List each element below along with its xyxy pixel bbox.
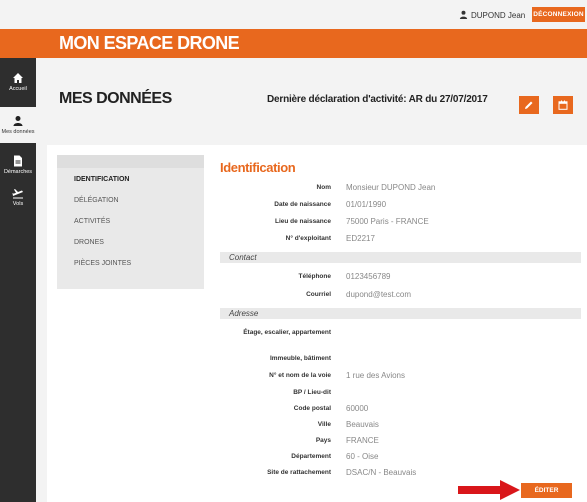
field-value: ED2217 (346, 234, 375, 243)
field-value: FRANCE (346, 436, 379, 445)
field-label: BP / Lieu-dit (293, 389, 331, 396)
tab-drones[interactable]: DRONES (74, 239, 104, 246)
tab-pieces-jointes[interactable]: PIÈCES JOINTES (74, 260, 131, 267)
field-value: Beauvais (346, 420, 379, 429)
sidebar-item-vols[interactable]: Vols (0, 187, 36, 217)
calendar-icon (558, 100, 568, 110)
user-menu[interactable]: DUPOND Jean (459, 10, 525, 21)
user-icon (459, 10, 468, 21)
field-value: 60 - Oise (346, 452, 379, 461)
sidebar-item-mes-donnees[interactable]: Mes données (0, 107, 36, 143)
pencil-icon (525, 101, 533, 109)
last-declaration: Dernière déclaration d'activité: AR du 2… (267, 94, 488, 105)
sidebar-item-accueil[interactable]: Accueil (0, 72, 36, 106)
arrow-icon (458, 480, 520, 500)
sidebar-item-label: Démarches (3, 169, 33, 175)
tab-identification[interactable]: IDENTIFICATION (74, 176, 129, 183)
field-label: Immeuble, bâtiment (269, 355, 331, 362)
field-label: Site de rattachement (267, 469, 331, 476)
home-icon (13, 73, 23, 83)
app-header: MON ESPACE DRONE (0, 29, 587, 58)
edit-button[interactable] (519, 96, 539, 114)
sidebar-item-label: Accueil (9, 86, 27, 92)
field-label: Nom (316, 184, 331, 191)
contact-subheader: Contact (220, 252, 581, 263)
address-subheader: Adresse (220, 308, 581, 319)
field-value: 1 rue des Avions (346, 371, 406, 380)
field-label: Lieu de naissance (275, 218, 331, 225)
user-name: DUPOND Jean (471, 11, 526, 20)
editer-button[interactable]: ÉDITER (521, 483, 572, 498)
field-label: N° et nom de la voie (269, 372, 331, 379)
section-tabs: IDENTIFICATION DÉLÉGATION ACTIVITÉS DRON… (57, 155, 204, 289)
sidebar-item-demarches[interactable]: Démarches (0, 155, 36, 185)
field-value: Monsieur DUPOND Jean (346, 183, 436, 192)
sidebar: Accueil Mes données Démarches Vols (0, 58, 36, 502)
sidebar-item-label: Vols (12, 201, 24, 207)
field-label: Courriel (306, 291, 331, 298)
tabs-header-bar (57, 155, 204, 168)
field-label: Ville (317, 421, 331, 428)
sidebar-item-label: Mes données (1, 129, 35, 135)
logout-button[interactable]: DÉCONNEXION (532, 7, 585, 22)
field-label: Département (291, 453, 331, 460)
field-value: 0123456789 (346, 272, 391, 281)
field-label: Téléphone (298, 273, 331, 280)
page-title: MES DONNÉES (59, 90, 172, 107)
document-icon (14, 155, 22, 167)
field-value: 01/01/1990 (346, 200, 387, 209)
field-value: dupond@test.com (346, 290, 412, 299)
field-value: 60000 (346, 404, 369, 413)
plane-icon (12, 189, 23, 199)
field-label: N° d'exploitant (285, 235, 331, 242)
section-title: Identification (220, 160, 296, 175)
tab-delegation[interactable]: DÉLÉGATION (74, 197, 119, 204)
app-title: MON ESPACE DRONE (59, 33, 240, 53)
field-label: Date de naissance (274, 201, 331, 208)
field-label: Étage, escalier, appartement (243, 329, 331, 336)
tab-activites[interactable]: ACTIVITÉS (74, 218, 110, 225)
field-value: 75000 Paris - FRANCE (346, 217, 429, 226)
field-value: DSAC/N - Beauvais (346, 468, 417, 477)
field-label: Code postal (293, 405, 331, 412)
top-bar: DUPOND Jean DÉCONNEXION (0, 0, 587, 29)
user-icon (13, 116, 23, 126)
calendar-button[interactable] (553, 96, 573, 114)
field-label: Pays (315, 437, 331, 444)
